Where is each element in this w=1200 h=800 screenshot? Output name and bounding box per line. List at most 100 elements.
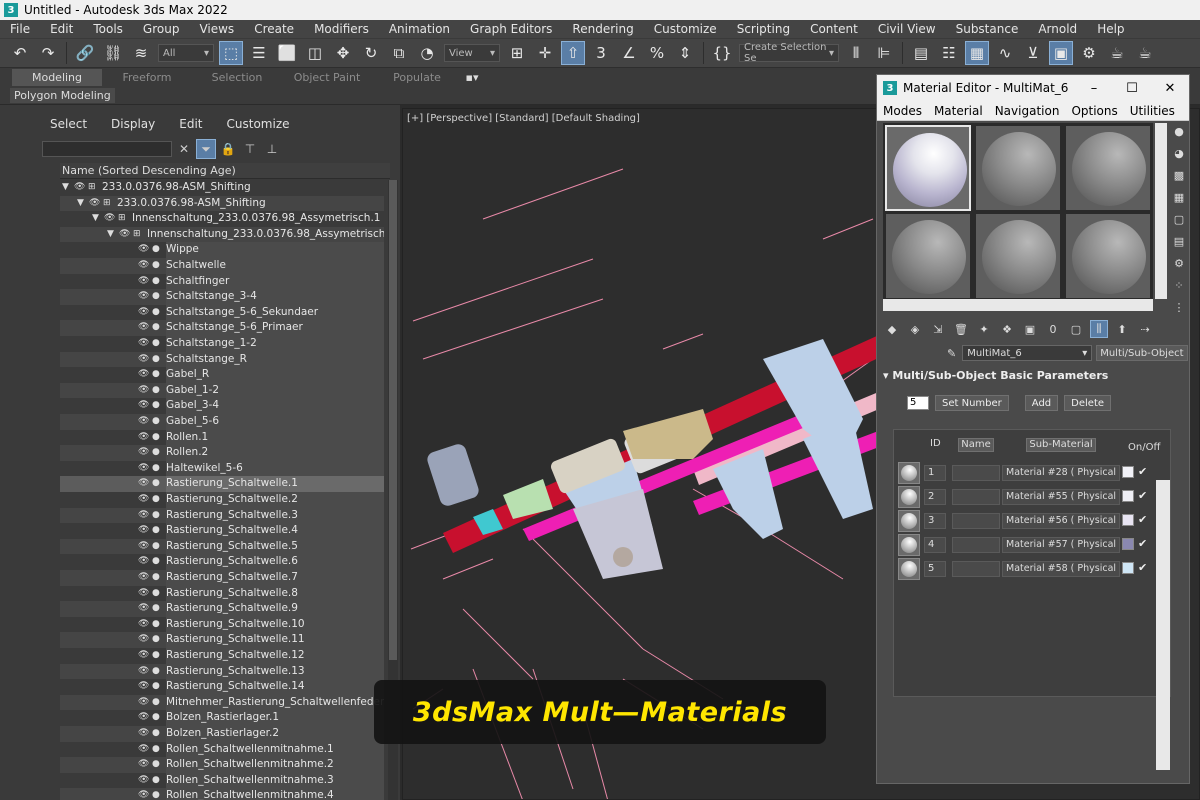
video-color-check-icon[interactable]: ▢ <box>1171 211 1187 227</box>
tree-row[interactable]: 👁 ● Gabel_5-6 <box>60 414 384 430</box>
align-icon[interactable]: ⊫ <box>872 41 896 65</box>
mirror-icon[interactable]: ⫴ <box>844 41 868 65</box>
menu-item-rendering[interactable]: Rendering <box>562 22 643 36</box>
tree-row[interactable]: 👁 ● Bolzen_Rastierlager.2 <box>60 726 384 742</box>
backlight-icon[interactable]: ◕ <box>1171 145 1187 161</box>
ribbon-tab-modeling[interactable]: Modeling <box>12 69 102 86</box>
render-setup-icon[interactable]: ⚙ <box>1077 41 1101 65</box>
tree-group-row[interactable]: ▼ 👁 ⊞ Innenschaltung_233.0.0376.98_Assymetr… <box>60 211 384 227</box>
hierarchy-sort-icon[interactable]: ⊥ <box>262 139 282 159</box>
sub-material-color-swatch[interactable] <box>1122 538 1134 550</box>
ribbon-tab-populate[interactable]: Populate <box>372 71 462 84</box>
tan-lever-part[interactable] <box>623 409 713 459</box>
ribbon-options-icon[interactable]: ▪▾ <box>462 71 482 84</box>
render-production-icon[interactable]: ☕ <box>1133 41 1157 65</box>
sub-material-color-swatch[interactable] <box>1122 490 1134 502</box>
sub-material-button[interactable]: Material #56 ( Physical Ma <box>1002 513 1120 529</box>
placement-icon[interactable]: ◔ <box>415 41 439 65</box>
curve-editor-icon[interactable]: ∿ <box>993 41 1017 65</box>
visibility-eye-icon[interactable]: 👁 <box>138 710 149 726</box>
sub-material-button[interactable]: Material #58 ( Physical Ma <box>1002 561 1120 577</box>
sub-material-id[interactable]: 5 <box>924 561 946 577</box>
visibility-eye-icon[interactable]: 👁 <box>138 492 149 508</box>
visibility-eye-icon[interactable]: 👁 <box>138 664 149 680</box>
tree-row[interactable]: 👁 ● Rastierung_Schaltwelle.9 <box>60 601 384 617</box>
close-icon[interactable]: ✕ <box>1151 81 1189 96</box>
sub-material-scrollbar[interactable] <box>1156 480 1170 770</box>
expand-arrow-icon[interactable]: ▼ <box>62 180 69 196</box>
scale-icon[interactable]: ⧉ <box>387 41 411 65</box>
spinner-snap-icon[interactable]: ⇕ <box>673 41 697 65</box>
visibility-eye-icon[interactable]: 👁 <box>119 227 130 243</box>
tree-row[interactable]: 👁 ● Schaltwelle <box>60 258 384 274</box>
tree-row[interactable]: 👁 ● Rastierung_Schaltwelle.14 <box>60 679 384 695</box>
material-editor-menu-utilities[interactable]: Utilities <box>1124 104 1181 118</box>
visibility-eye-icon[interactable]: 👁 <box>138 742 149 758</box>
tree-row[interactable]: 👁 ● Schaltfinger <box>60 273 384 290</box>
rollout-title[interactable]: ▾ Multi/Sub-Object Basic Parameters <box>883 369 1108 382</box>
tree-row[interactable]: 👁 ● Rastierung_Schaltwelle.4 <box>60 523 384 539</box>
on-off-checkbox[interactable]: ✔ <box>1138 465 1152 479</box>
material-editor-menu-modes[interactable]: Modes <box>877 104 928 118</box>
schematic-view-icon[interactable]: ⊻ <box>1021 41 1045 65</box>
tree-row[interactable]: 👁 ● Rastierung_Schaltwelle.7 <box>60 570 384 586</box>
visibility-eye-icon[interactable]: 👁 <box>104 211 115 227</box>
tree-row[interactable]: 👁 ● Gabel_1-2 <box>60 382 384 399</box>
tree-row[interactable]: 👁 ● Rollen_Schaltwellenmitnahme.2 <box>60 757 384 773</box>
set-number-button[interactable]: Set Number <box>935 395 1009 411</box>
layer-explorer-icon[interactable]: ☷ <box>937 41 961 65</box>
on-off-checkbox[interactable]: ✔ <box>1138 489 1152 503</box>
assign-material-icon[interactable]: ⇲ <box>929 320 947 338</box>
menu-item-customize[interactable]: Customize <box>644 22 727 36</box>
explorer-menu-select[interactable]: Select <box>38 117 99 135</box>
visibility-eye-icon[interactable]: 👁 <box>138 320 149 336</box>
sample-uv-tiling-icon[interactable]: ▦ <box>1171 189 1187 205</box>
visibility-eye-icon[interactable]: 👁 <box>74 180 85 196</box>
material-name-dropdown[interactable]: MultiMat_6 ▾ <box>962 345 1093 361</box>
sub-material-button[interactable]: Material #55 ( Physical Ma <box>1002 489 1120 505</box>
slots-horizontal-scrollbar[interactable] <box>883 299 1153 311</box>
make-preview-icon[interactable]: ▤ <box>1171 233 1187 249</box>
tree-row[interactable]: 👁 ● Rastierung_Schaltwelle.13 <box>60 663 384 680</box>
expand-arrow-icon[interactable]: ▼ <box>92 211 99 227</box>
sub-material-button[interactable]: Material #57 ( Physical Ma <box>1002 537 1120 553</box>
undo-icon[interactable]: ↶ <box>8 41 32 65</box>
expand-arrow-icon[interactable]: ▼ <box>77 196 84 212</box>
hierarchy-icon[interactable]: ⊤ <box>240 139 260 159</box>
menu-item-content[interactable]: Content <box>800 22 868 36</box>
tree-row[interactable]: 👁 ● Schaltstange_5-6_Sekundaer <box>60 304 384 321</box>
menu-item-substance[interactable]: Substance <box>946 22 1029 36</box>
explorer-column-header[interactable]: Name (Sorted Descending Age) <box>60 163 390 179</box>
lock-icon[interactable]: 🔒 <box>218 139 238 159</box>
explorer-menu-edit[interactable]: Edit <box>167 117 214 135</box>
cylinder-part-1[interactable] <box>425 442 480 508</box>
tree-row[interactable]: 👁 ● Rastierung_Schaltwelle.11 <box>60 632 384 648</box>
put-to-library-icon[interactable]: ▣ <box>1021 320 1039 338</box>
visibility-eye-icon[interactable]: 👁 <box>138 383 149 399</box>
eyedropper-icon[interactable]: ✎ <box>947 347 956 360</box>
sub-material-id[interactable]: 4 <box>924 537 946 553</box>
minimize-icon[interactable]: – <box>1075 81 1113 96</box>
visibility-eye-icon[interactable]: 👁 <box>138 648 149 664</box>
visibility-eye-icon[interactable]: 👁 <box>138 523 149 539</box>
visibility-eye-icon[interactable]: 👁 <box>138 554 149 570</box>
visibility-eye-icon[interactable]: 👁 <box>138 336 149 352</box>
ribbon-tab-selection[interactable]: Selection <box>192 71 282 84</box>
sample-slot[interactable] <box>885 213 971 299</box>
sub-material-id[interactable]: 3 <box>924 513 946 529</box>
visibility-eye-icon[interactable]: 👁 <box>138 726 149 742</box>
visibility-eye-icon[interactable]: 👁 <box>138 679 149 695</box>
sub-material-id[interactable]: 1 <box>924 465 946 481</box>
snaps-toggle-icon[interactable]: 3 <box>589 41 613 65</box>
tree-row[interactable]: 👁 ● Mitnehmer_Rastierung_Schaltwellenfeder <box>60 694 384 711</box>
tree-row[interactable]: 👁 ● Rastierung_Schaltwelle.12 <box>60 648 384 664</box>
reset-map-icon[interactable]: 🗑 <box>952 320 970 338</box>
tree-row[interactable]: 👁 ● Wippe <box>60 242 384 258</box>
sub-material-name-field[interactable] <box>952 537 1000 553</box>
tree-row[interactable]: 👁 ● Gabel_R <box>60 367 384 383</box>
make-unique-icon[interactable]: ✦ <box>975 320 993 338</box>
explorer-search-input[interactable] <box>42 141 172 157</box>
explorer-menu-display[interactable]: Display <box>99 117 167 135</box>
tree-row[interactable]: 👁 ● Rastierung_Schaltwelle.5 <box>60 538 384 555</box>
ribbon-tab-object-paint[interactable]: Object Paint <box>282 71 372 84</box>
